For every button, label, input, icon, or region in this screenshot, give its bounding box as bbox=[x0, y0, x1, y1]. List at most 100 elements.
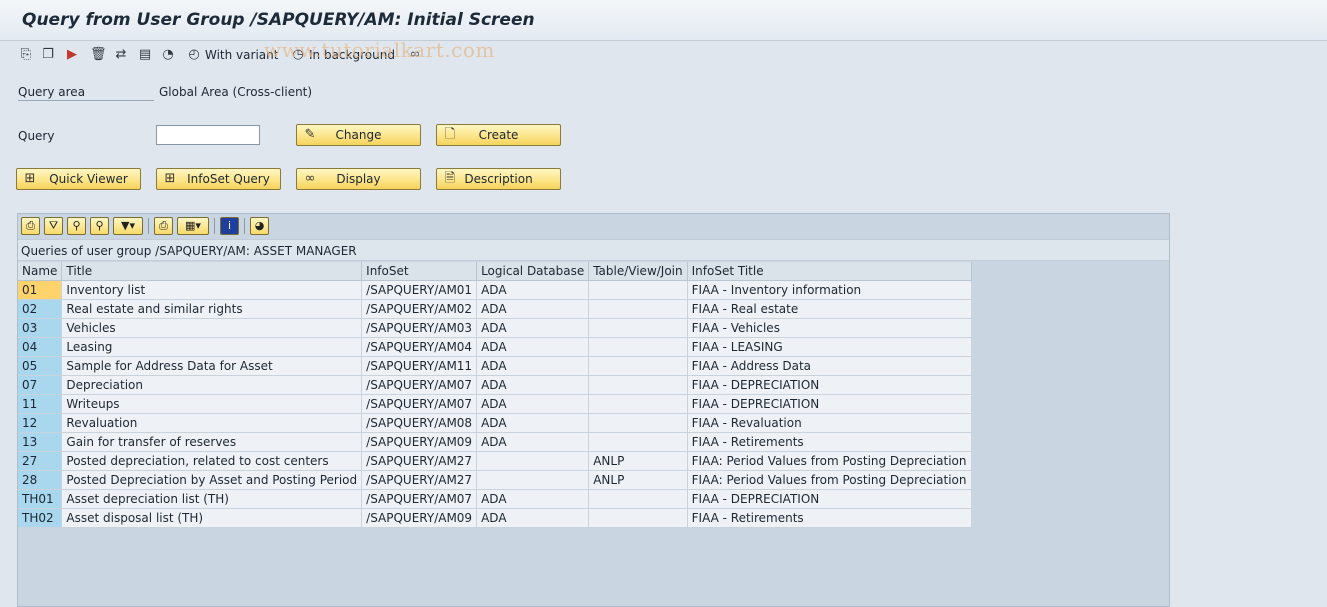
info-icon[interactable]: i bbox=[220, 217, 239, 235]
table-cell[interactable]: ADA bbox=[476, 280, 590, 300]
table-row[interactable]: 13 Gain for transfer of reserves/SAPQUERY… bbox=[18, 432, 972, 452]
variant-icon[interactable]: ◔ bbox=[160, 47, 176, 63]
table-row[interactable]: TH01 Asset depreciation list (TH)/SAPQUER… bbox=[18, 489, 972, 509]
table-row[interactable]: 04 Leasing/SAPQUERY/AM04 ADA FIAA - LEASING bbox=[18, 337, 972, 357]
query-name-cell[interactable]: 12 bbox=[18, 413, 63, 433]
table-row[interactable]: TH02 Asset disposal list (TH)/SAPQUERY/AM… bbox=[18, 508, 972, 528]
table-cell[interactable]: Vehicles bbox=[61, 318, 363, 338]
table-cell[interactable]: FIAA - Vehicles bbox=[687, 318, 972, 338]
column-header[interactable]: InfoSet bbox=[361, 262, 478, 281]
column-header[interactable]: Logical Database bbox=[476, 262, 590, 281]
layout-icon[interactable]: ▦▾ bbox=[177, 217, 209, 235]
query-name-cell[interactable]: 02 bbox=[18, 299, 63, 319]
table-cell[interactable]: ADA bbox=[476, 432, 590, 452]
table-row[interactable]: 05 Sample for Address Data for Asset/SAPQ… bbox=[18, 356, 972, 376]
table-cell[interactable] bbox=[476, 470, 590, 490]
table-cell[interactable]: /SAPQUERY/AM09 bbox=[361, 432, 478, 452]
graphic-icon[interactable]: ◕ bbox=[250, 217, 269, 235]
table-row[interactable]: 12 Revaluation/SAPQUERY/AM08 ADA FIAA - Rev… bbox=[18, 413, 972, 433]
table-cell[interactable]: /SAPQUERY/AM27 bbox=[361, 470, 478, 490]
table-cell[interactable]: /SAPQUERY/AM07 bbox=[361, 375, 478, 395]
table-cell[interactable]: Asset disposal list (TH) bbox=[61, 508, 363, 528]
query-name-cell[interactable]: 05 bbox=[18, 356, 63, 376]
table-cell[interactable]: FIAA - DEPRECIATION bbox=[687, 375, 972, 395]
table-cell[interactable]: ADA bbox=[476, 375, 590, 395]
table-cell[interactable]: ADA bbox=[476, 508, 590, 528]
print-preview-icon[interactable]: ⎙ bbox=[21, 217, 40, 235]
display-button[interactable]: ∞ Display bbox=[296, 168, 421, 190]
table-row[interactable]: 02 Real estate and similar rights/SAPQUER… bbox=[18, 299, 972, 319]
query-name-cell[interactable]: 11 bbox=[18, 394, 63, 414]
quick-viewer-button[interactable]: ⊞ Quick Viewer bbox=[16, 168, 141, 190]
table-cell[interactable]: /SAPQUERY/AM01 bbox=[361, 280, 478, 300]
table-cell[interactable]: ADA bbox=[476, 489, 590, 509]
table-cell[interactable]: /SAPQUERY/AM08 bbox=[361, 413, 478, 433]
table-cell[interactable]: FIAA - Retirements bbox=[687, 432, 972, 452]
table-cell[interactable] bbox=[588, 280, 688, 300]
table-cell[interactable]: FIAA - Retirements bbox=[687, 508, 972, 528]
table-cell[interactable]: /SAPQUERY/AM03 bbox=[361, 318, 478, 338]
table-cell[interactable] bbox=[588, 432, 688, 452]
table-cell[interactable]: FIAA - Inventory information bbox=[687, 280, 972, 300]
copy-icon[interactable]: ❐ bbox=[40, 47, 56, 63]
table-cell[interactable]: ANLP bbox=[588, 470, 688, 490]
table-cell[interactable]: Real estate and similar rights bbox=[61, 299, 363, 319]
query-name-cell[interactable]: 07 bbox=[18, 375, 63, 395]
column-header[interactable]: Name bbox=[18, 262, 63, 281]
filter-icon[interactable]: ⛛ bbox=[44, 217, 63, 235]
table-cell[interactable]: Depreciation bbox=[61, 375, 363, 395]
table-row[interactable]: 27 Posted depreciation, related to cost c… bbox=[18, 451, 972, 471]
table-row[interactable]: 01 Inventory list/SAPQUERY/AM01 ADA FIAA - … bbox=[18, 280, 972, 300]
table-cell[interactable]: /SAPQUERY/AM27 bbox=[361, 451, 478, 471]
table-cell[interactable]: Writeups bbox=[61, 394, 363, 414]
create-button[interactable]: 🗋 Create bbox=[436, 124, 561, 146]
table-cell[interactable]: /SAPQUERY/AM07 bbox=[361, 394, 478, 414]
table-cell[interactable]: Leasing bbox=[61, 337, 363, 357]
table-cell[interactable]: ADA bbox=[476, 299, 590, 319]
with-variant-icon[interactable]: ◴ bbox=[186, 47, 202, 63]
execute-icon[interactable]: ⎘ bbox=[18, 47, 34, 63]
change-button[interactable]: ✎ Change bbox=[296, 124, 421, 146]
table-cell[interactable]: FIAA: Period Values from Posting Depreci… bbox=[687, 451, 972, 471]
table-cell[interactable]: ADA bbox=[476, 394, 590, 414]
table-row[interactable]: 11 Writeups/SAPQUERY/AM07 ADA FIAA - DEPREC… bbox=[18, 394, 972, 414]
table-row[interactable]: 03 Vehicles/SAPQUERY/AM03 ADA FIAA - Vehicl… bbox=[18, 318, 972, 338]
table-cell[interactable] bbox=[588, 299, 688, 319]
table-cell[interactable]: ADA bbox=[476, 413, 590, 433]
table-cell[interactable]: /SAPQUERY/AM02 bbox=[361, 299, 478, 319]
query-name-cell[interactable]: 04 bbox=[18, 337, 63, 357]
column-header[interactable]: Title bbox=[61, 262, 363, 281]
query-name-cell[interactable]: 13 bbox=[18, 432, 63, 452]
table-cell[interactable]: FIAA - DEPRECIATION bbox=[687, 489, 972, 509]
print-icon[interactable]: ⎙ bbox=[154, 217, 173, 235]
table-cell[interactable]: Sample for Address Data for Asset bbox=[61, 356, 363, 376]
table-cell[interactable]: ANLP bbox=[588, 451, 688, 471]
table-cell[interactable] bbox=[588, 489, 688, 509]
query-name-cell[interactable]: TH01 bbox=[18, 489, 63, 509]
table-cell[interactable]: Revaluation bbox=[61, 413, 363, 433]
column-header[interactable]: InfoSet Title bbox=[687, 262, 972, 281]
print-icon[interactable]: ▤ bbox=[137, 47, 153, 63]
table-cell[interactable]: ADA bbox=[476, 337, 590, 357]
table-cell[interactable]: Asset depreciation list (TH) bbox=[61, 489, 363, 509]
table-cell[interactable] bbox=[588, 356, 688, 376]
table-cell[interactable]: Inventory list bbox=[61, 280, 363, 300]
set-filter-icon[interactable]: ▼▾ bbox=[113, 217, 143, 235]
description-button[interactable]: 🗎 Description bbox=[436, 168, 561, 190]
table-cell[interactable] bbox=[588, 375, 688, 395]
table-cell[interactable]: Gain for transfer of reserves bbox=[61, 432, 363, 452]
find-icon[interactable]: ⚲ bbox=[67, 217, 86, 235]
table-cell[interactable]: FIAA - Address Data bbox=[687, 356, 972, 376]
table-cell[interactable]: FIAA - DEPRECIATION bbox=[687, 394, 972, 414]
query-name-cell[interactable]: 27 bbox=[18, 451, 63, 471]
infoset-query-button[interactable]: ⊞ InfoSet Query bbox=[156, 168, 281, 190]
execute-multi-icon[interactable]: ▶ bbox=[64, 47, 80, 63]
table-cell[interactable]: Posted Depreciation by Asset and Posting… bbox=[61, 470, 363, 490]
table-cell[interactable]: ADA bbox=[476, 356, 590, 376]
table-cell[interactable] bbox=[588, 318, 688, 338]
column-header[interactable]: Table/View/Join bbox=[588, 262, 688, 281]
table-cell[interactable] bbox=[588, 508, 688, 528]
query-input[interactable] bbox=[156, 125, 260, 145]
table-cell[interactable]: ADA bbox=[476, 318, 590, 338]
query-name-cell[interactable]: 01 bbox=[18, 280, 63, 300]
